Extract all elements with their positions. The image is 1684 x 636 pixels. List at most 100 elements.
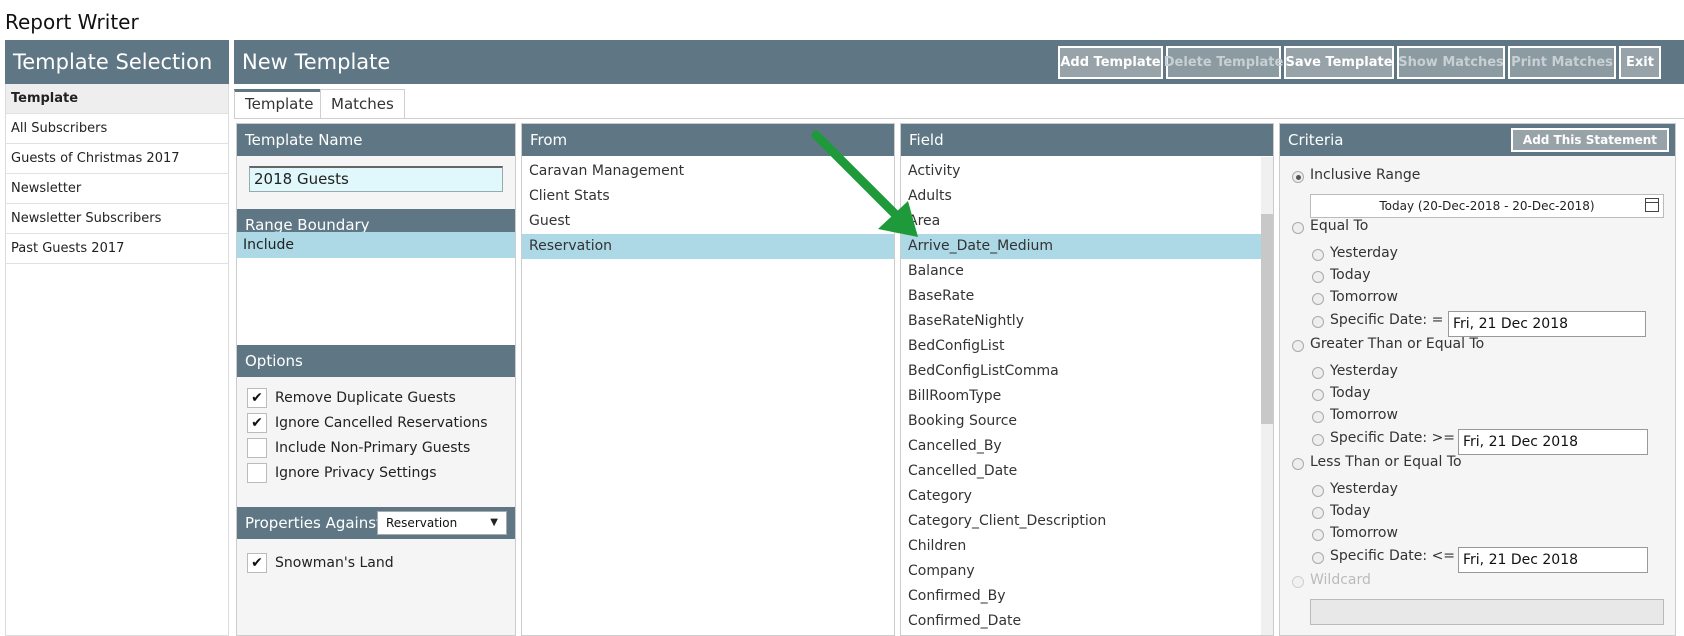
field-item[interactable]: Cancelled_Date [901,459,1261,484]
template-item[interactable]: Newsletter [6,174,228,204]
exit-button[interactable]: Exit [1619,46,1661,79]
template-item[interactable]: Past Guests 2017 [6,234,228,264]
field-item[interactable]: Adults [901,184,1261,209]
field-scrollbar-thumb[interactable] [1261,214,1273,424]
equal-to-label: Equal To [1310,218,1369,234]
checkbox-checked-icon[interactable]: ✔ [247,388,267,408]
field-header: Field [901,124,1273,156]
toolbar: New Template Add Template Delete Templat… [234,40,1684,84]
delete-template-button[interactable]: Delete Template [1164,46,1283,79]
radio-less-equal[interactable] [1292,458,1304,470]
template-name-input[interactable]: 2018 Guests [249,166,503,192]
tab-divider [234,118,1684,119]
template-selection-header: Template Selection [5,40,229,84]
wildcard-input[interactable] [1310,599,1664,625]
from-item[interactable]: Caravan Management [522,159,894,184]
wildcard-label: Wildcard [1310,572,1371,588]
checkbox-unchecked-icon[interactable] [247,463,267,483]
range-boundary-item[interactable]: Include [237,232,515,258]
eq-yesterday-label: Yesterday [1330,245,1398,261]
radio-le-tomorrow[interactable] [1312,529,1324,541]
field-item[interactable]: BaseRate [901,284,1261,309]
option-include-non-primary[interactable]: Include Non-Primary Guests [247,437,470,459]
option-ignore-cancelled[interactable]: ✔ Ignore Cancelled Reservations [247,412,488,434]
radio-eq-today[interactable] [1312,271,1324,283]
ge-yesterday-label: Yesterday [1330,363,1398,379]
field-item[interactable]: Booking Source [901,409,1261,434]
from-header: From [522,124,894,156]
ge-specific-date-input[interactable]: Fri, 21 Dec 2018 [1458,429,1648,455]
field-item[interactable]: Children [901,534,1261,559]
from-item[interactable]: Guest [522,209,894,234]
radio-ge-today[interactable] [1312,389,1324,401]
add-template-button[interactable]: Add Template [1058,46,1163,79]
property-snowmans-land[interactable]: ✔ Snowman's Land [247,552,394,574]
properties-against-select[interactable]: Reservation ▼ [377,511,507,535]
template-name-header: Template Name [237,124,515,156]
app-title: Report Writer [5,10,139,34]
radio-le-today[interactable] [1312,507,1324,519]
field-item[interactable]: Category [901,484,1261,509]
field-item-selected[interactable]: Arrive_Date_Medium [901,234,1261,259]
radio-wildcard[interactable] [1292,576,1304,588]
radio-ge-tomorrow[interactable] [1312,411,1324,423]
date-range-value: Today (20-Dec-2018 - 20-Dec-2018) [1379,199,1595,213]
option-remove-duplicates[interactable]: ✔ Remove Duplicate Guests [247,387,456,409]
field-item[interactable]: Cancelled_By [901,434,1261,459]
template-item[interactable]: Guests of Christmas 2017 [6,144,228,174]
template-item[interactable]: Template [6,84,228,114]
field-item[interactable]: Activity [901,159,1261,184]
field-panel: Field Activity Adults Area Arrive_Date_M… [900,123,1274,636]
checkbox-checked-icon[interactable]: ✔ [247,413,267,433]
field-item[interactable]: Confirmed_Date [901,609,1261,634]
calendar-icon[interactable] [1645,198,1659,212]
ge-today-label: Today [1330,385,1371,401]
field-item[interactable]: BaseRateNightly [901,309,1261,334]
checkbox-checked-icon[interactable]: ✔ [247,553,267,573]
ge-tomorrow-label: Tomorrow [1330,407,1398,423]
criteria-panel: Criteria Add This Statement Inclusive Ra… [1279,123,1676,636]
template-item[interactable]: All Subscribers [6,114,228,144]
field-item[interactable]: Category_Client_Description [901,509,1261,534]
eq-specific-date-input[interactable]: Fri, 21 Dec 2018 [1448,311,1646,337]
eq-specific-label: Specific Date: = [1330,312,1444,328]
ge-specific-label: Specific Date: >= [1330,430,1456,446]
radio-eq-specific[interactable] [1312,316,1324,328]
properties-against-value: Reservation [386,516,458,530]
date-range-input[interactable]: Today (20-Dec-2018 - 20-Dec-2018) [1310,194,1664,218]
radio-le-yesterday[interactable] [1312,485,1324,497]
tab-matches[interactable]: Matches [320,89,405,119]
radio-equal-to[interactable] [1292,222,1304,234]
field-item[interactable]: Area [901,209,1261,234]
field-item[interactable]: BillRoomType [901,384,1261,409]
properties-against-label: Properties Against [245,514,382,532]
show-matches-button[interactable]: Show Matches [1397,46,1505,79]
print-matches-button[interactable]: Print Matches [1508,46,1616,79]
from-item[interactable]: Client Stats [522,184,894,209]
radio-eq-tomorrow[interactable] [1312,293,1324,305]
page-title: New Template [242,50,391,74]
save-template-button[interactable]: Save Template [1284,46,1394,79]
checkbox-unchecked-icon[interactable] [247,438,267,458]
template-item[interactable]: Newsletter Subscribers [6,204,228,234]
option-ignore-privacy[interactable]: Ignore Privacy Settings [247,462,437,484]
radio-inclusive-range[interactable] [1292,171,1304,183]
field-item[interactable]: Company [901,559,1261,584]
le-specific-date-input[interactable]: Fri, 21 Dec 2018 [1458,547,1648,573]
from-item-selected[interactable]: Reservation [522,234,894,259]
radio-ge-yesterday[interactable] [1312,367,1324,379]
add-statement-button[interactable]: Add This Statement [1510,128,1669,152]
radio-ge-specific[interactable] [1312,434,1324,446]
template-selection-list: Template All Subscribers Guests of Chris… [5,84,229,636]
field-item[interactable]: Confirmed_By [901,584,1261,609]
radio-le-specific[interactable] [1312,552,1324,564]
radio-greater-equal[interactable] [1292,340,1304,352]
field-item[interactable]: BedConfigListComma [901,359,1261,384]
le-tomorrow-label: Tomorrow [1330,525,1398,541]
field-item[interactable]: BedConfigList [901,334,1261,359]
radio-eq-yesterday[interactable] [1312,249,1324,261]
option-label: Ignore Cancelled Reservations [275,415,488,431]
tab-template[interactable]: Template [234,89,325,119]
eq-tomorrow-label: Tomorrow [1330,289,1398,305]
field-item[interactable]: Balance [901,259,1261,284]
